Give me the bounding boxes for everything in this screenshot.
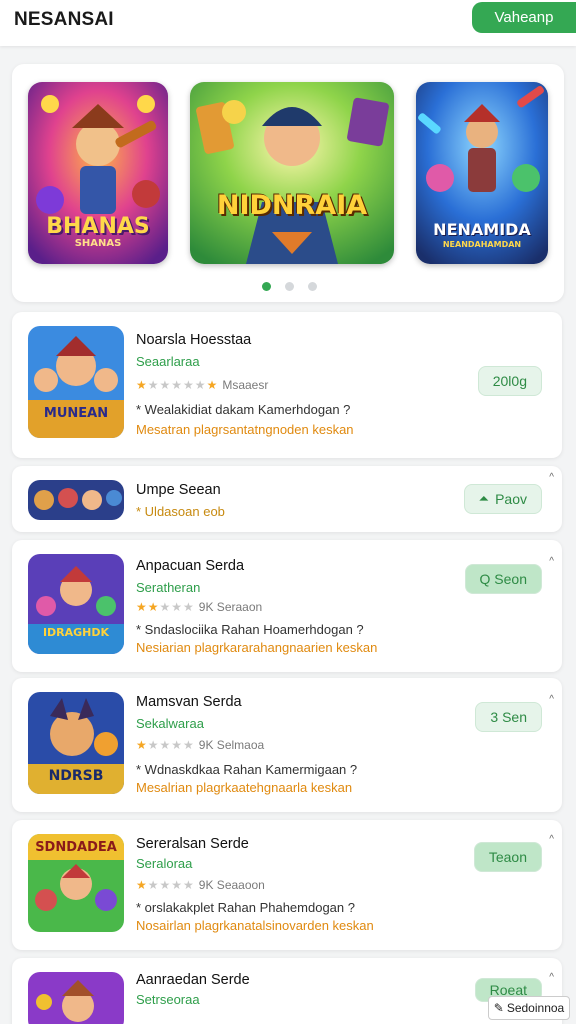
action-button[interactable]: ⏶ Paov	[463, 484, 542, 514]
game-thumbnail: SDNDADEA	[28, 834, 124, 932]
list-item[interactable]: NDRSB Mamsvan Serda Sekalwaraa ★★★★★ 9K S…	[12, 678, 562, 812]
game-rating: ★★★★★ 9K Selmaoa	[136, 738, 265, 752]
game-title[interactable]: Sereralsan Serde	[136, 836, 249, 852]
game-subtitle: Seraloraa	[136, 856, 193, 871]
app-title: NESANSAI	[14, 9, 114, 30]
game-rating: ★★★★★ 9K Seraaon	[136, 600, 263, 614]
game-description: * Wealakidiat dakam Kamerhdogan ?	[136, 402, 351, 417]
game-thumbnail-text: NDRSB	[48, 768, 104, 784]
slide-3-subtitle: NEANDAHAMDAN	[442, 240, 522, 249]
game-subtitle: Seaarlaraa	[136, 354, 200, 369]
chevron-up-icon[interactable]: ^	[549, 972, 554, 983]
game-link[interactable]: Mesatran plagrsantatngnoden keskan	[136, 422, 354, 437]
game-subtitle: Sekalwaraa	[136, 716, 204, 731]
rating-text: 9K Selmaoa	[198, 738, 265, 752]
chevron-up-icon[interactable]: ^	[549, 694, 554, 705]
action-button[interactable]: Teaon	[473, 842, 542, 872]
header-action-button[interactable]: Vaheanp	[472, 2, 576, 33]
chevron-up-icon[interactable]: ^	[549, 556, 554, 567]
list-item[interactable]: MUNEAN Noarsla Hoesstaa Seaarlaraa ★★★★★…	[12, 312, 562, 458]
rating-text: 9K Seraaon	[198, 600, 263, 614]
game-thumbnail: IDRAGHDK	[28, 554, 124, 654]
carousel-slide-3[interactable]: NENAMIDA NEANDAHAMDAN	[416, 82, 548, 264]
featured-carousel: BHANAS SHANAS NIDNRAIA NENAMIDA NEANDAHA…	[12, 64, 564, 302]
game-thumbnail-text: MUNEAN	[43, 406, 109, 421]
game-rating: ★★★★★★★ Msaaesr	[136, 378, 269, 392]
game-subtitle: Seratheran	[136, 580, 201, 595]
floating-corner-button[interactable]: ✎ Sedoinnoa	[488, 996, 570, 1020]
carousel-slide-2[interactable]: NIDNRAIA	[190, 82, 394, 264]
game-title[interactable]: Aanraedan Serde	[136, 972, 250, 988]
game-link[interactable]: Nosairlan plagrkanatalsinovarden keskan	[136, 918, 374, 933]
list-item[interactable]: Aanraedan Serde Setrseoraa Roeat ^	[12, 958, 562, 1024]
slide-2-artwork	[190, 82, 394, 264]
game-subtitle: * Uldasoan eob	[136, 504, 225, 519]
game-description: * Wdnaskdkaa Rahan Kamermigaan ?	[136, 762, 358, 777]
app-header: NESANSAI Vaheanp	[0, 0, 576, 46]
rating-text: 9K Seaaoon	[198, 878, 265, 892]
game-rating: ★★★★★ 9K Seaaoon	[136, 878, 265, 892]
game-thumbnail-text: SDNDADEA	[35, 840, 117, 855]
chevron-up-icon[interactable]: ^	[549, 834, 554, 845]
slide-1-title: BHANAS	[46, 214, 150, 239]
action-button[interactable]: 20l0g	[477, 366, 542, 396]
game-thumbnail-text: IDRAGHDK	[42, 626, 110, 639]
action-button[interactable]: 3 Sen	[475, 702, 542, 732]
game-title[interactable]: Mamsvan Serda	[136, 694, 242, 710]
list-item[interactable]: SDNDADEA Sereralsan Serde Seraloraa ★★★★…	[12, 820, 562, 950]
edit-icon: ✎	[493, 1001, 504, 1015]
game-subtitle: Setrseoraa	[136, 992, 200, 1007]
action-label: Paov	[495, 491, 527, 507]
game-description: * Sndaslociika Rahan Hoamerhdogan ?	[136, 622, 364, 637]
upload-icon: ⏶	[478, 491, 490, 506]
carousel-dot-2[interactable]	[285, 282, 294, 291]
game-thumbnail: NDRSB	[28, 692, 124, 794]
carousel-dot-3[interactable]	[308, 282, 317, 291]
game-thumbnail	[28, 972, 124, 1024]
game-thumbnail: MUNEAN	[28, 326, 124, 438]
carousel-pagination	[262, 282, 317, 291]
game-thumbnail	[28, 480, 124, 520]
list-item[interactable]: Umpe Seean * Uldasoan eob ⏶ Paov ^	[12, 466, 562, 532]
game-title[interactable]: Umpe Seean	[136, 482, 221, 498]
corner-button-label: Sedoinnoa	[506, 1001, 565, 1015]
slide-3-title: NENAMIDA	[433, 220, 531, 239]
rating-text: Msaaesr	[222, 378, 269, 392]
slide-2-title: NIDNRAIA	[216, 190, 368, 221]
chevron-up-icon[interactable]: ^	[549, 472, 554, 483]
game-title[interactable]: Anpacuan Serda	[136, 558, 244, 574]
list-item[interactable]: IDRAGHDK Anpacuan Serda Seratheran ★★★★★…	[12, 540, 562, 672]
game-link[interactable]: Nesiarian plagrkararahangnaarien keskan	[136, 640, 377, 655]
game-title[interactable]: Noarsla Hoesstaa	[136, 332, 251, 348]
carousel-slide-1[interactable]: BHANAS SHANAS	[28, 82, 168, 264]
game-link[interactable]: Mesalrian plagrkaatehgnaarla keskan	[136, 780, 352, 795]
action-button[interactable]: Q Seon	[464, 564, 542, 594]
slide-1-subtitle: SHANAS	[74, 238, 122, 249]
carousel-dot-1[interactable]	[262, 282, 271, 291]
game-description: * orslakakplet Rahan Phahemdogan ?	[136, 900, 355, 915]
